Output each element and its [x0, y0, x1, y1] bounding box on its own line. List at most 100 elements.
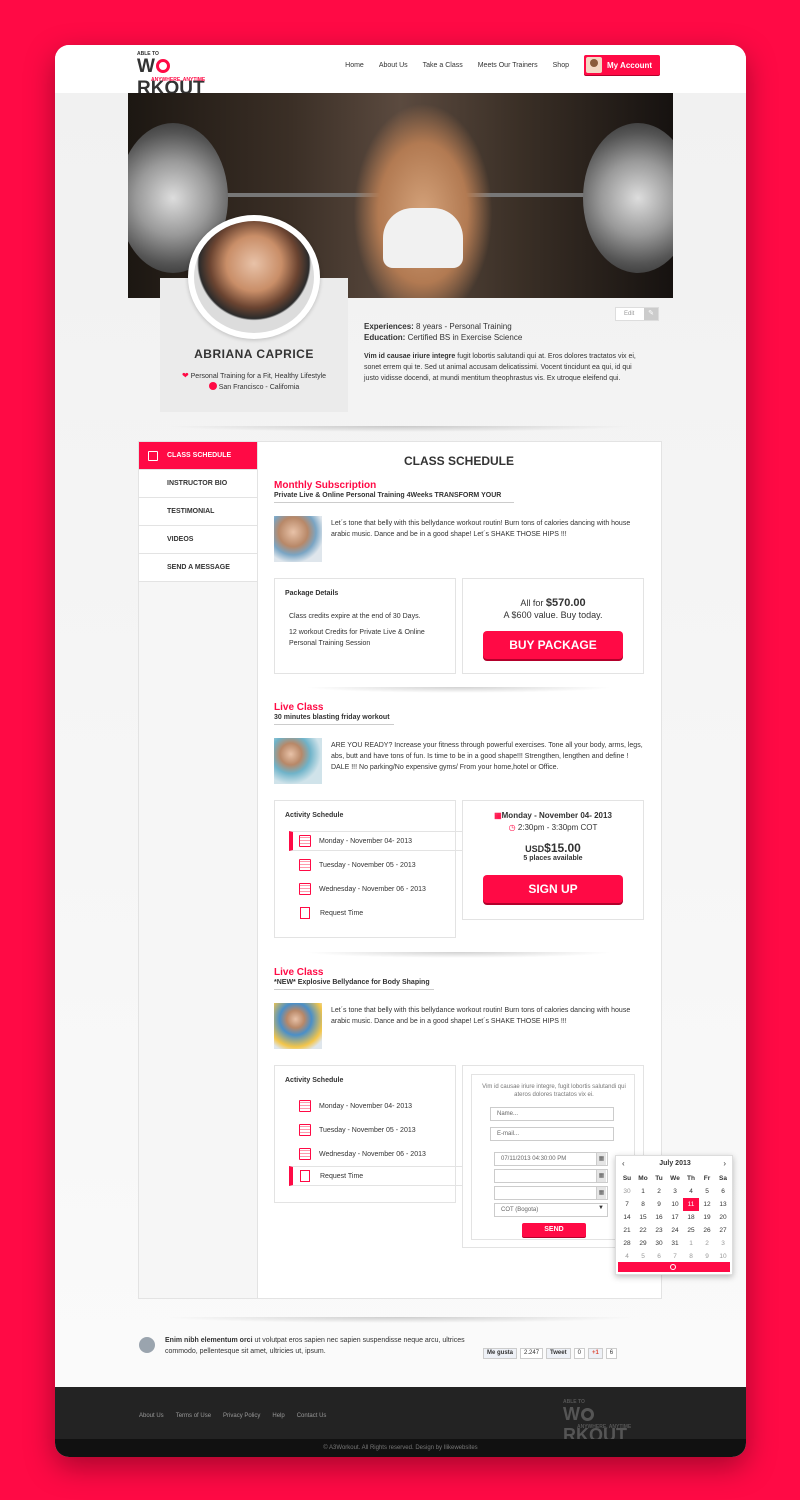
calendar-day[interactable]: 24 — [667, 1224, 683, 1237]
subscription-heading: Monthly Subscription — [274, 480, 377, 491]
calendar-day[interactable]: 17 — [667, 1211, 683, 1224]
footer-link-contact[interactable]: Contact Us — [297, 1413, 327, 1419]
calendar-day[interactable]: 14 — [619, 1211, 635, 1224]
footer-link-about[interactable]: About Us — [139, 1413, 164, 1419]
facebook-like-button[interactable]: Me gusta — [483, 1348, 518, 1359]
tweet-button[interactable]: Tweet — [546, 1348, 571, 1359]
divider-shadow — [304, 952, 614, 958]
schedule-date[interactable]: Tuesday - November 05 - 2013 — [299, 855, 416, 875]
request-time[interactable]: Request Time — [299, 903, 363, 923]
nav-take-a-class[interactable]: Take a Class — [423, 62, 463, 69]
calendar-day[interactable]: 30 — [619, 1185, 635, 1198]
footer-logo[interactable]: ABLE TO WRKOUT ANYWHERE, ANYTIME — [563, 1399, 643, 1445]
calendar-day[interactable]: 1 — [635, 1185, 651, 1198]
calendar-day[interactable]: 1 — [683, 1237, 699, 1250]
calendar-day[interactable]: 5 — [699, 1185, 715, 1198]
calendar-day[interactable]: 21 — [619, 1224, 635, 1237]
lock-icon — [139, 1337, 155, 1353]
places-available: 5 places available — [523, 855, 583, 862]
nav-shop[interactable]: Shop — [553, 62, 569, 69]
calendar-day[interactable]: 28 — [619, 1237, 635, 1250]
logo-ring-icon — [155, 59, 170, 73]
calendar-day[interactable]: 18 — [683, 1211, 699, 1224]
signup-box: ▦Monday - November 04- 2013 ◷ 2:30pm - 3… — [462, 800, 644, 920]
calendar-day[interactable]: 3 — [667, 1185, 683, 1198]
calendar-icon: ▦ — [494, 811, 502, 820]
calendar-day[interactable]: 4 — [683, 1185, 699, 1198]
calendar-day[interactable]: 3 — [715, 1237, 731, 1250]
edit-profile-button[interactable]: Edit ✎ — [615, 307, 659, 321]
request-form: Vim id causae iriure integre, fugit lobo… — [471, 1074, 635, 1240]
live-class-header-2: Live Class *NEW* Explosive Bellydance fo… — [274, 967, 434, 990]
schedule-date[interactable]: Tuesday - November 05 - 2013 — [299, 1120, 416, 1140]
schedule-date[interactable]: Wednesday - November 06 - 2013 — [299, 879, 426, 899]
footer-link-privacy[interactable]: Privacy Policy — [223, 1413, 260, 1419]
date-picker-calendar[interactable]: ‹ July 2013 › Su Mo Tu We Th Fr Sa 30 1 2 3 4 5 6 7 8 9 1… — [615, 1155, 733, 1275]
brand-logo[interactable]: ABLE TO WRKOUT ANYWHERE, ANYTIME — [137, 51, 217, 99]
nav-trainers[interactable]: Meets Our Trainers — [478, 62, 538, 69]
calendar-day[interactable]: 31 — [667, 1237, 683, 1250]
next-month-button[interactable]: › — [723, 1159, 726, 1168]
sidebar-item-send-message[interactable]: SEND A MESSAGE — [139, 554, 257, 582]
calendar-day[interactable]: 11 — [683, 1198, 699, 1211]
calendar-picker-button[interactable]: ▦ — [596, 1153, 606, 1165]
sidebar-item-videos[interactable]: VIDEOS — [139, 526, 257, 554]
calendar-day[interactable]: 27 — [715, 1224, 731, 1237]
calendar-day[interactable]: 2 — [699, 1237, 715, 1250]
my-account-button[interactable]: My Account — [584, 55, 660, 75]
live-class-subheading: 30 minutes blasting friday workout — [274, 714, 390, 721]
footer-link-help[interactable]: Help — [272, 1413, 284, 1419]
calendar-picker-button[interactable]: ▦ — [596, 1170, 606, 1182]
time-toggle-button[interactable] — [618, 1262, 730, 1272]
calendar-day[interactable]: 23 — [651, 1224, 667, 1237]
buy-package-button[interactable]: BUY PACKAGE — [483, 631, 623, 659]
sidebar-item-testimonial[interactable]: TESTIMONIAL — [139, 498, 257, 526]
footer-link-terms[interactable]: Terms of Use — [176, 1413, 211, 1419]
form-intro: Vim id causae iriure integre, fugit lobo… — [482, 1084, 626, 1098]
calendar-day[interactable]: 10 — [667, 1198, 683, 1211]
send-button[interactable]: SEND — [522, 1223, 586, 1237]
calendar-day[interactable]: 26 — [699, 1224, 715, 1237]
price-box: All for $570.00 A $600 value. Buy today.… — [462, 578, 644, 674]
live-class-heading: Live Class — [274, 702, 324, 713]
calendar-picker-button[interactable]: ▦ — [596, 1187, 606, 1199]
sign-up-button[interactable]: SIGN UP — [483, 875, 623, 903]
selected-time: ◷ 2:30pm - 3:30pm COT — [508, 823, 598, 832]
calendar-day[interactable]: 2 — [651, 1185, 667, 1198]
sidebar-item-instructor-bio[interactable]: INSTRUCTOR BIO — [139, 470, 257, 498]
nav-home[interactable]: Home — [345, 62, 364, 69]
date-input[interactable] — [494, 1186, 608, 1200]
calendar-day[interactable]: 25 — [683, 1224, 699, 1237]
calendar-day[interactable]: 22 — [635, 1224, 651, 1237]
activity-schedule-box: Activity Schedule Monday - November 04- … — [274, 800, 465, 938]
trainer-tagline: ❤ Personal Training for a Fit, Healthy Li… — [181, 371, 327, 380]
request-time-selected[interactable]: Request Time — [289, 1166, 465, 1186]
calendar-day[interactable]: 20 — [715, 1211, 731, 1224]
schedule-date[interactable]: Monday - November 04- 2013 — [299, 1096, 412, 1116]
schedule-date[interactable]: Wednesday - November 06 - 2013 — [299, 1144, 426, 1164]
time-input[interactable] — [494, 1169, 608, 1183]
calendar-day[interactable]: 30 — [651, 1237, 667, 1250]
email-input[interactable]: E-mail... — [490, 1127, 614, 1141]
athlete-figure — [353, 103, 493, 298]
package-details-box: Package Details Class credits expire at … — [274, 578, 456, 674]
calendar-day[interactable]: 15 — [635, 1211, 651, 1224]
calendar-day[interactable]: 19 — [699, 1211, 715, 1224]
calendar-month: July 2013 — [659, 1160, 691, 1167]
calendar-day[interactable]: 8 — [635, 1198, 651, 1211]
nav-about-us[interactable]: About Us — [379, 62, 408, 69]
calendar-day[interactable]: 29 — [635, 1237, 651, 1250]
datetime-input[interactable]: 07/11/2013 04:30:00 PM — [494, 1152, 608, 1166]
calendar-day[interactable]: 12 — [699, 1198, 715, 1211]
name-input[interactable]: Name... — [490, 1107, 614, 1121]
calendar-day[interactable]: 16 — [651, 1211, 667, 1224]
calendar-day[interactable]: 6 — [715, 1185, 731, 1198]
google-plus-button[interactable]: +1 — [587, 1348, 603, 1359]
calendar-day[interactable]: 7 — [619, 1198, 635, 1211]
schedule-date-selected[interactable]: Monday - November 04- 2013 — [289, 831, 465, 851]
calendar-day[interactable]: 9 — [651, 1198, 667, 1211]
timezone-select[interactable]: COT (Bogota) — [494, 1203, 608, 1217]
calendar-icon — [299, 883, 311, 895]
sidebar-item-class-schedule[interactable]: CLASS SCHEDULE — [139, 442, 257, 470]
calendar-day[interactable]: 13 — [715, 1198, 731, 1211]
